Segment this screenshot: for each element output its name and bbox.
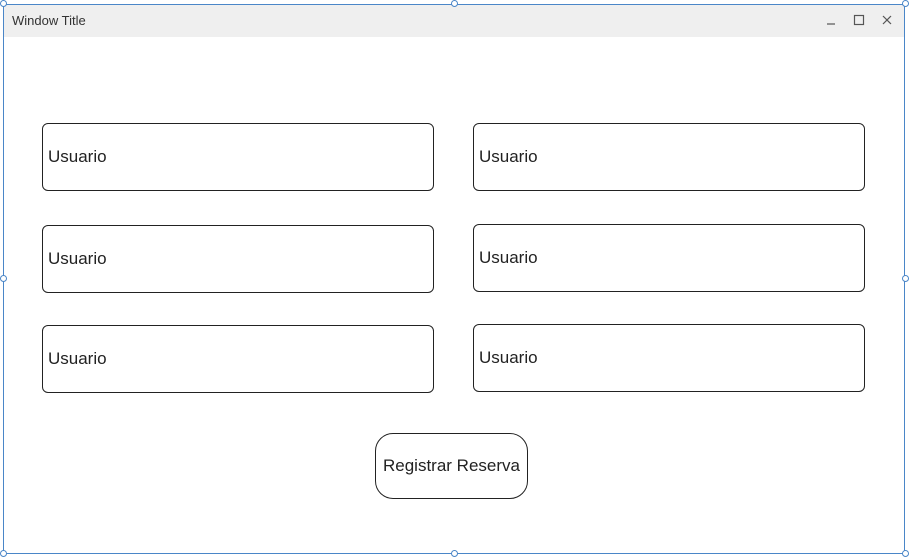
resize-handle-bottom[interactable] [451, 550, 458, 557]
field-label: Usuario [48, 349, 107, 368]
window-title: Window Title [12, 13, 86, 28]
resize-handle-left[interactable] [0, 275, 7, 282]
usuario-field-2[interactable]: Usuario [473, 123, 865, 191]
maximize-icon[interactable] [850, 11, 868, 29]
field-label: Usuario [479, 147, 538, 166]
resize-handle-top-left[interactable] [0, 0, 7, 7]
close-icon[interactable] [878, 11, 896, 29]
registrar-reserva-button[interactable]: Registrar Reserva [375, 433, 528, 499]
usuario-field-6[interactable]: Usuario [473, 324, 865, 392]
field-label: Usuario [48, 147, 107, 166]
app-window: Window Title Usuario Usuario Usuario Usu… [3, 4, 905, 554]
resize-handle-top-right[interactable] [902, 0, 909, 7]
resize-handle-right[interactable] [902, 275, 909, 282]
resize-handle-bottom-left[interactable] [0, 550, 7, 557]
field-label: Usuario [479, 348, 538, 367]
button-label: Registrar Reserva [383, 456, 520, 475]
field-label: Usuario [479, 248, 538, 267]
resize-handle-top[interactable] [451, 0, 458, 7]
resize-handle-bottom-right[interactable] [902, 550, 909, 557]
usuario-field-1[interactable]: Usuario [42, 123, 434, 191]
usuario-field-4[interactable]: Usuario [473, 224, 865, 292]
minimize-icon[interactable] [822, 11, 840, 29]
usuario-field-5[interactable]: Usuario [42, 325, 434, 393]
window-controls [822, 11, 896, 29]
field-label: Usuario [48, 249, 107, 268]
design-canvas: Window Title Usuario Usuario Usuario Usu… [0, 0, 910, 559]
title-bar[interactable]: Window Title [4, 5, 904, 37]
usuario-field-3[interactable]: Usuario [42, 225, 434, 293]
